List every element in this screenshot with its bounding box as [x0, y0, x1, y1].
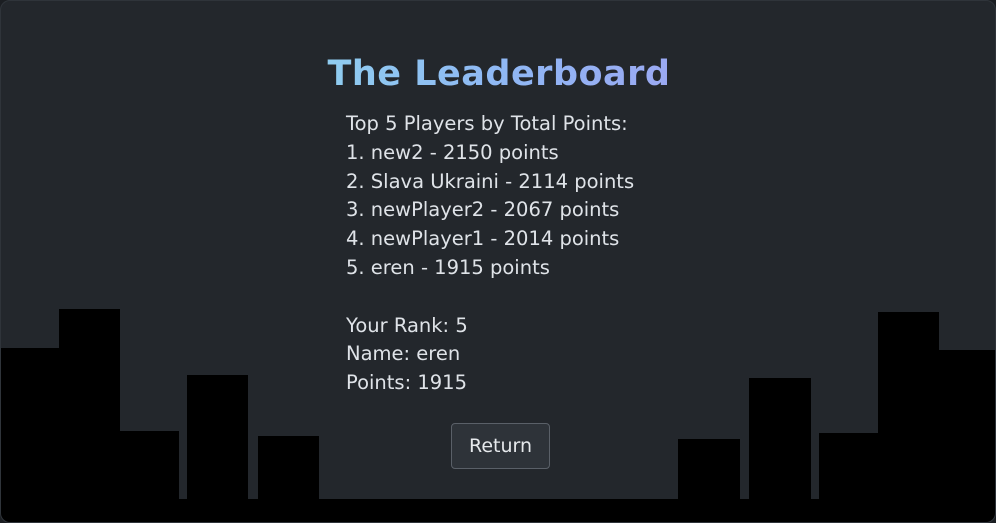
leaderboard-panel: The Leaderboard Top 5 Players by Total P… — [1, 1, 995, 522]
leaderboard-subtitle: Top 5 Players by Total Points: — [346, 112, 628, 135]
your-rank: Your Rank: 5 — [346, 313, 468, 337]
your-points: Points: 1915 — [346, 371, 467, 395]
leaderboard-entry: 2. Slava Ukraini - 2114 points — [346, 169, 635, 193]
page-title: The Leaderboard — [1, 50, 995, 98]
leaderboard-info: Top 5 Players by Total Points: 1. new2 -… — [346, 110, 634, 398]
leaderboard-screen: The Leaderboard Top 5 Players by Total P… — [0, 0, 996, 523]
leaderboard-entry: 1. new2 - 2150 points — [346, 140, 559, 164]
your-name: Name: eren — [346, 342, 461, 366]
leaderboard-entry: 5. eren - 1915 points — [346, 255, 550, 279]
leaderboard-entry: 3. newPlayer2 - 2067 points — [346, 198, 620, 222]
leaderboard-entry: 4. newPlayer1 - 2014 points — [346, 227, 620, 251]
return-button[interactable]: Return — [451, 423, 550, 469]
